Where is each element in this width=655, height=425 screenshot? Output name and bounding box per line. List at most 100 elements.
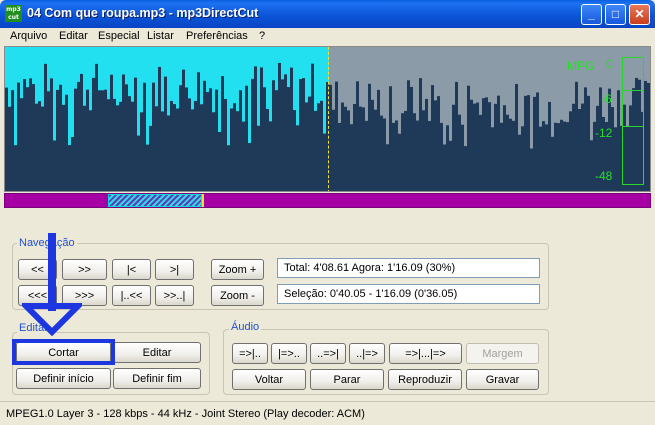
waveform-gap — [476, 47, 479, 103]
waveform-gap — [539, 47, 542, 127]
title-bar[interactable]: mp3 cut 04 Com que roupa.mp3 - mp3DirectC… — [0, 0, 655, 28]
annotation-highlight-box — [12, 339, 115, 365]
zoom-out-button[interactable]: Zoom - — [211, 285, 264, 306]
waveform-gap — [311, 47, 314, 64]
waveform-gap — [413, 47, 416, 114]
play-from-start-button[interactable]: =>|.. — [232, 343, 268, 364]
nav-selection-end-button[interactable]: >>..| — [155, 285, 194, 306]
minimize-button[interactable]: _ — [581, 4, 602, 25]
waveform-gap — [458, 47, 461, 115]
meter-label-0: 0 — [606, 57, 613, 71]
waveform-gap — [314, 47, 317, 111]
waveform-gap — [284, 47, 287, 75]
waveform-gap — [365, 47, 368, 121]
play-around-cut-button[interactable]: =>|...|=> — [389, 343, 462, 364]
waveform-gap — [401, 47, 404, 114]
waveform-gap — [305, 47, 308, 103]
waveform-gap — [56, 47, 59, 90]
waveform-gap — [128, 47, 131, 97]
position-scrollbar[interactable] — [4, 193, 651, 208]
edit-button[interactable]: Editar — [113, 342, 201, 363]
waveform-gap — [299, 47, 302, 80]
maximize-button[interactable]: □ — [605, 4, 626, 25]
set-end-button[interactable]: Definir fim — [113, 368, 201, 389]
position-marker[interactable] — [202, 194, 204, 207]
waveform-gap — [260, 47, 263, 68]
waveform-gap — [614, 47, 617, 128]
waveform-gap — [107, 47, 110, 100]
selection-range[interactable] — [108, 194, 202, 207]
waveform-gap — [14, 47, 17, 146]
menu-listar[interactable]: Listar — [147, 30, 174, 42]
waveform-gap — [101, 47, 104, 91]
mp3directcut-app-icon[interactable]: mp3 cut — [5, 5, 22, 22]
meter-peak-line — [623, 90, 643, 91]
waveform-gap — [233, 47, 236, 104]
play-after-cursor-button[interactable]: ..|=> — [349, 343, 385, 364]
waveform-gap — [542, 47, 545, 122]
waveform-gap — [20, 47, 23, 99]
record-button[interactable]: Gravar — [466, 369, 539, 390]
play-to-cursor-button[interactable]: ..=>| — [310, 343, 346, 364]
waveform-view[interactable]: MPG 0 -6 -12 -48 — [4, 46, 651, 192]
waveform-gap — [485, 47, 488, 98]
waveform-gap — [554, 47, 557, 123]
waveform-gap — [599, 47, 602, 88]
waveform-gap — [218, 47, 221, 132]
waveform-gap — [500, 47, 503, 123]
waveform-gap — [206, 47, 209, 93]
waveform-gap — [263, 47, 266, 88]
waveform-gap — [119, 47, 122, 102]
waveform-gap — [380, 47, 383, 116]
set-start-button[interactable]: Definir início — [16, 368, 111, 389]
waveform-gap — [515, 47, 518, 84]
waveform-gap — [77, 47, 80, 82]
nav-forward-button[interactable]: >> — [62, 259, 107, 280]
play-button[interactable]: Reproduzir — [388, 369, 462, 390]
waveform-gap — [17, 47, 20, 83]
waveform-gap — [461, 47, 464, 125]
waveform-gap — [644, 47, 647, 82]
status-text: MPEG1.0 Layer 3 - 128 kbps - 44 kHz - Jo… — [6, 408, 365, 420]
nav-selection-start-button[interactable]: |..<< — [112, 285, 151, 306]
waveform-gap — [176, 47, 179, 109]
waveform-gap — [350, 47, 353, 125]
waveform-gap — [509, 47, 512, 119]
waveform-gap — [341, 47, 344, 103]
waveform-gap — [317, 47, 320, 104]
waveform-gap — [53, 47, 56, 141]
zoom-in-button[interactable]: Zoom + — [211, 259, 264, 280]
nav-start-button[interactable]: |< — [112, 259, 151, 280]
menu-help[interactable]: ? — [259, 30, 265, 42]
waveform-gap — [617, 47, 620, 91]
waveform-gap — [494, 47, 497, 104]
play-from-cursor-button[interactable]: |=>.. — [271, 343, 307, 364]
waveform-gap — [437, 47, 440, 97]
waveform-gap — [578, 47, 581, 110]
waveform-gap — [386, 47, 389, 145]
waveform-gap — [569, 47, 572, 112]
menu-editar[interactable]: Editar — [59, 30, 88, 42]
back-button[interactable]: Voltar — [232, 369, 306, 390]
stop-button[interactable]: Parar — [310, 369, 384, 390]
menu-especial[interactable]: Especial — [98, 30, 140, 42]
waveform-gap — [41, 47, 44, 107]
waveform-gap — [161, 47, 164, 112]
waveform-gap — [368, 47, 371, 84]
waveform-gap — [239, 47, 242, 91]
waveform-gap — [80, 47, 83, 74]
close-button[interactable]: ✕ — [629, 4, 650, 25]
waveform-gap — [551, 47, 554, 137]
waveform-gap — [647, 47, 650, 83]
waveform-gap — [122, 47, 125, 75]
waveform-gap — [443, 47, 446, 145]
waveform-gap — [278, 47, 281, 63]
menu-bar: Arquivo Editar Especial Listar Preferênc… — [4, 28, 651, 46]
margin-button[interactable]: Margem — [466, 343, 539, 364]
menu-arquivo[interactable]: Arquivo — [10, 30, 47, 42]
menu-preferencias[interactable]: Preferências — [186, 30, 248, 42]
waveform-gap — [572, 47, 575, 104]
nav-end-button[interactable]: >| — [155, 259, 194, 280]
waveform-gap — [50, 47, 53, 79]
waveform-gap — [185, 47, 188, 88]
